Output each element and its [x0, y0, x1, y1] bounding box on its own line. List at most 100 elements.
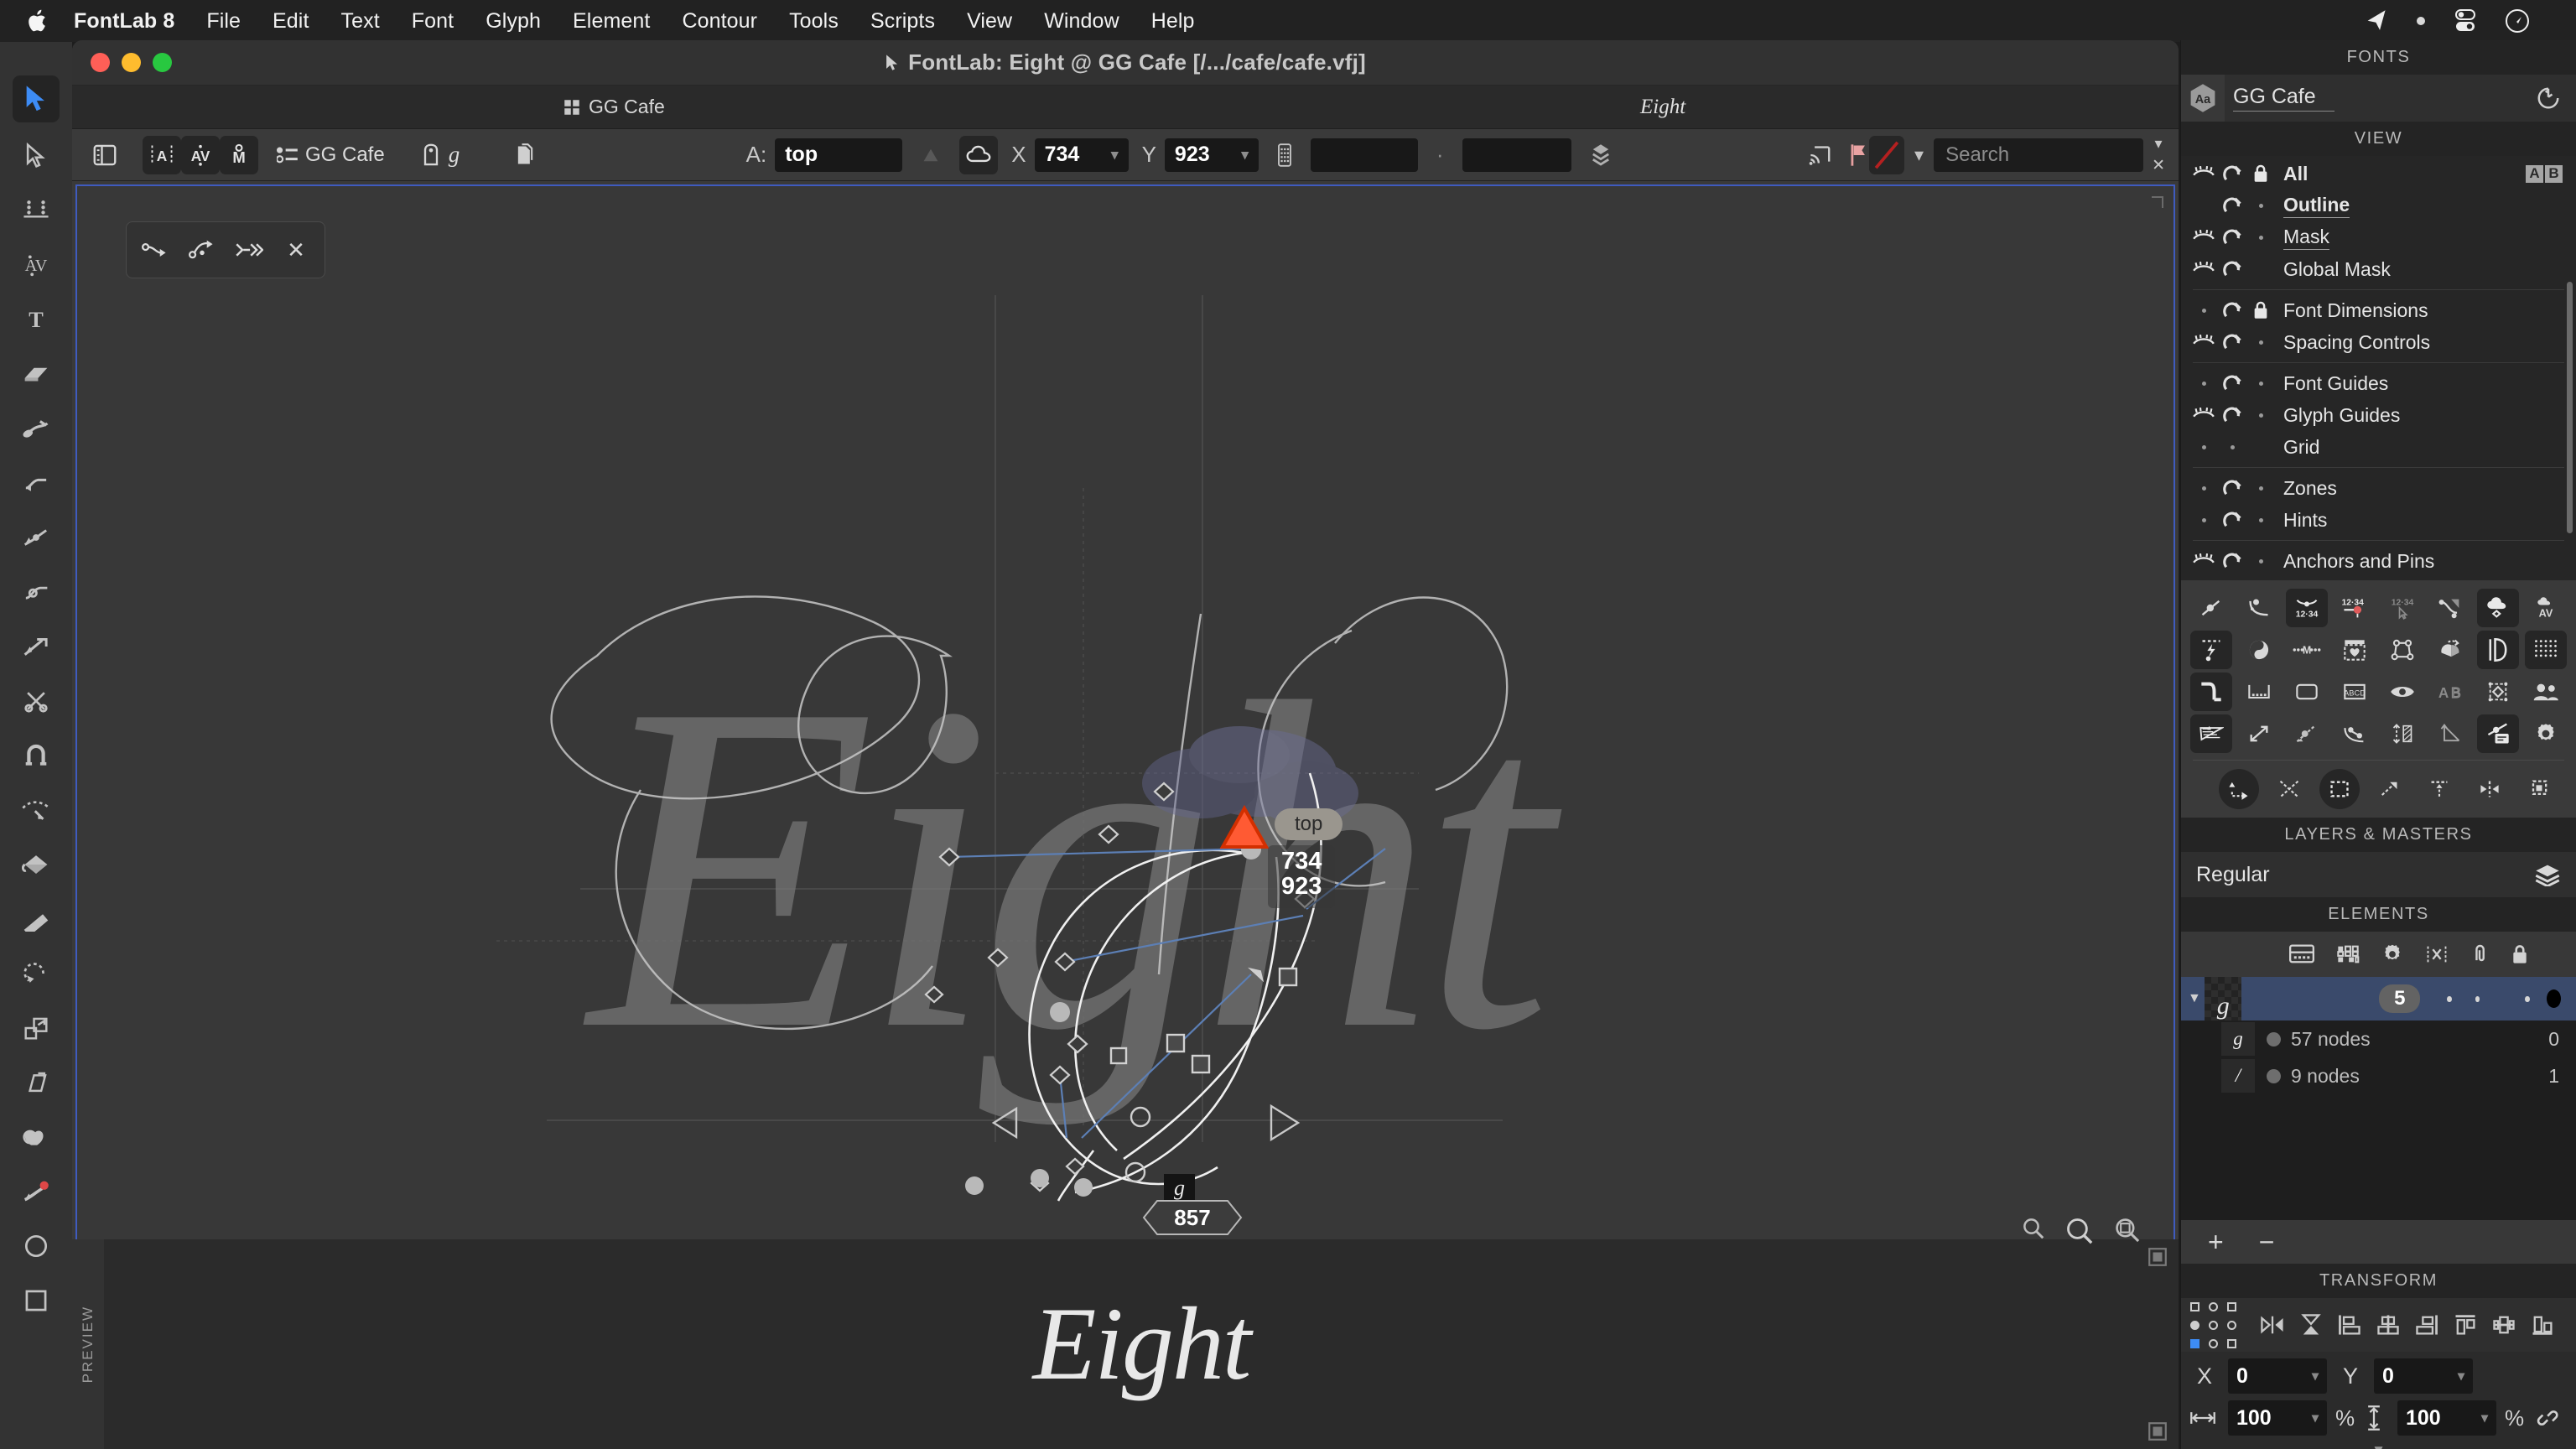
location-arrow-icon[interactable]: [2365, 8, 2390, 34]
marquee-icon[interactable]: [2319, 769, 2360, 809]
view-item-spacing-controls[interactable]: Spacing Controls: [2181, 326, 2576, 358]
curve-handles-icon[interactable]: [2334, 714, 2376, 753]
align-left-icon[interactable]: [2330, 1306, 2369, 1344]
flag-icon[interactable]: [1849, 143, 1869, 168]
menu-text[interactable]: Text: [325, 9, 396, 34]
tool-scissors-path[interactable]: [13, 789, 60, 831]
eye-icon[interactable]: [2189, 230, 2218, 245]
color-mark-button[interactable]: [1869, 135, 1905, 174]
tool-ruler[interactable]: [13, 898, 60, 940]
tool-kerning[interactable]: AV: [13, 244, 60, 286]
abcd-box-icon[interactable]: ABCD: [2334, 673, 2376, 711]
keypad-icon[interactable]: [1277, 143, 1292, 167]
transform-y-input[interactable]: 0 ▾: [2374, 1358, 2473, 1394]
magnet-icon[interactable]: [2218, 195, 2246, 216]
dot-grid-icon[interactable]: [2524, 631, 2567, 669]
anchor-name-label[interactable]: top: [1275, 808, 1343, 840]
view-item-grid[interactable]: Grid: [2181, 431, 2576, 463]
anchor-up-triangle-icon[interactable]: [921, 145, 941, 165]
transform-x-input[interactable]: 0 ▾: [2228, 1358, 2327, 1394]
eye-icon[interactable]: [2189, 166, 2218, 181]
chevron-down-icon[interactable]: ▾: [2312, 1368, 2319, 1384]
menu-edit[interactable]: Edit: [257, 9, 325, 34]
view-item-all[interactable]: All A B: [2181, 158, 2576, 190]
tool-paint-bucket[interactable]: [13, 844, 60, 886]
anchor-bottom-left[interactable]: [2189, 1338, 2199, 1348]
tool-select-arrow[interactable]: [13, 75, 60, 122]
panel-expand-icon[interactable]: ▾: [2155, 135, 2163, 153]
node-coords-icon[interactable]: 12·34: [2286, 589, 2329, 627]
transform-box-icon[interactable]: [2477, 673, 2519, 711]
toolbar-blank-field-2[interactable]: [1462, 138, 1571, 172]
magnet-icon[interactable]: [2218, 227, 2246, 247]
extend-contour-icon[interactable]: [227, 228, 271, 272]
tool-scale[interactable]: [13, 1007, 60, 1049]
gear-icon[interactable]: [2525, 714, 2567, 753]
view-item-zones[interactable]: Zones: [2181, 472, 2576, 504]
lock-icon[interactable]: [2511, 943, 2529, 965]
lock-icon[interactable]: [2246, 301, 2275, 319]
arrow-node-icon[interactable]: [2369, 769, 2409, 809]
history-icon[interactable]: [2536, 86, 2561, 111]
eye-icon[interactable]: [2381, 673, 2423, 711]
tool-text[interactable]: T: [13, 299, 60, 340]
layers-chevrons-icon[interactable]: [1590, 143, 1612, 168]
measure-time-icon[interactable]: 12·34: [2334, 589, 2376, 627]
layers-stack-icon[interactable]: [2534, 863, 2561, 886]
transform-height-input[interactable]: 100 ▾: [2397, 1400, 2496, 1436]
dashed-bottom-icon[interactable]: [2238, 673, 2280, 711]
contour-row[interactable]: g 57 nodes 0: [2181, 1021, 2576, 1057]
anchor-top-left[interactable]: [2189, 1301, 2199, 1311]
chevron-down-icon[interactable]: ▾: [1914, 144, 1924, 166]
menu-window[interactable]: Window: [1028, 9, 1135, 34]
tool-blend[interactable]: [13, 1116, 60, 1158]
chevron-down-icon[interactable]: ▼: [2188, 991, 2205, 1006]
cross-nodes-icon[interactable]: [2269, 769, 2309, 809]
magnet-icon[interactable]: [2218, 164, 2246, 184]
tool-knife[interactable]: [13, 680, 60, 722]
menu-file[interactable]: File: [190, 9, 257, 34]
toolbar-font-name[interactable]: GG Cafe: [305, 143, 385, 167]
curve-corner-icon[interactable]: [2190, 673, 2233, 711]
align-middle-v-icon[interactable]: [2485, 1306, 2523, 1344]
contour-bullet-icon[interactable]: [2267, 1031, 2281, 1046]
cloud-node-icon[interactable]: [2476, 589, 2519, 627]
state-dot-icon[interactable]: [2189, 517, 2218, 522]
chevron-down-icon[interactable]: ▾: [2458, 1368, 2464, 1384]
glyph-name-badge[interactable]: g: [1164, 1174, 1195, 1202]
handles-icon[interactable]: [2429, 589, 2471, 627]
convert-to-curve-icon[interactable]: [133, 228, 177, 272]
anchor-bottom-center[interactable]: [2208, 1338, 2218, 1348]
chevron-down-icon[interactable]: ▾: [2481, 1410, 2488, 1426]
state-dot-icon[interactable]: [2246, 517, 2275, 522]
link-icon[interactable]: [2470, 943, 2489, 965]
zoom-icon[interactable]: [2064, 1216, 2095, 1246]
heart-box-icon[interactable]: [2334, 631, 2376, 669]
eye-icon[interactable]: [2189, 335, 2218, 350]
align-right-icon[interactable]: [2407, 1306, 2446, 1344]
remove-element-button[interactable]: −: [2259, 1227, 2275, 1258]
anchor-bottom-right[interactable]: [2226, 1338, 2236, 1348]
flip-horizontal-icon[interactable]: [2253, 1306, 2292, 1344]
state-dot-icon[interactable]: [2246, 558, 2275, 564]
vert-measure-icon[interactable]: [2381, 714, 2423, 753]
chevron-down-icon[interactable]: ▾: [1241, 147, 1249, 164]
menu-fontlab[interactable]: FontLab 8: [74, 9, 190, 34]
menu-font[interactable]: Font: [396, 9, 470, 34]
anchor-name-input[interactable]: top: [775, 138, 903, 172]
tool-quill[interactable]: [13, 626, 60, 667]
master-row[interactable]: Regular: [2181, 852, 2576, 897]
state-dot-icon[interactable]: [2246, 413, 2275, 418]
element-state-dot-1[interactable]: [2447, 995, 2452, 1002]
preview-rail[interactable]: PREVIEW: [72, 1239, 104, 1449]
metrics-list-icon[interactable]: [277, 146, 299, 164]
tool-rotate[interactable]: [13, 953, 60, 995]
angle-icon[interactable]: [2429, 714, 2471, 753]
font-row[interactable]: Aa GG Cafe: [2181, 75, 2576, 122]
state-dot-icon[interactable]: [2189, 444, 2218, 449]
move-path-icon[interactable]: [2219, 769, 2260, 809]
lock-icon[interactable]: [2246, 164, 2275, 183]
eye-icon[interactable]: [2189, 553, 2218, 569]
magnet-icon[interactable]: [2218, 332, 2246, 352]
chevron-down-icon[interactable]: ▾: [1111, 147, 1119, 164]
